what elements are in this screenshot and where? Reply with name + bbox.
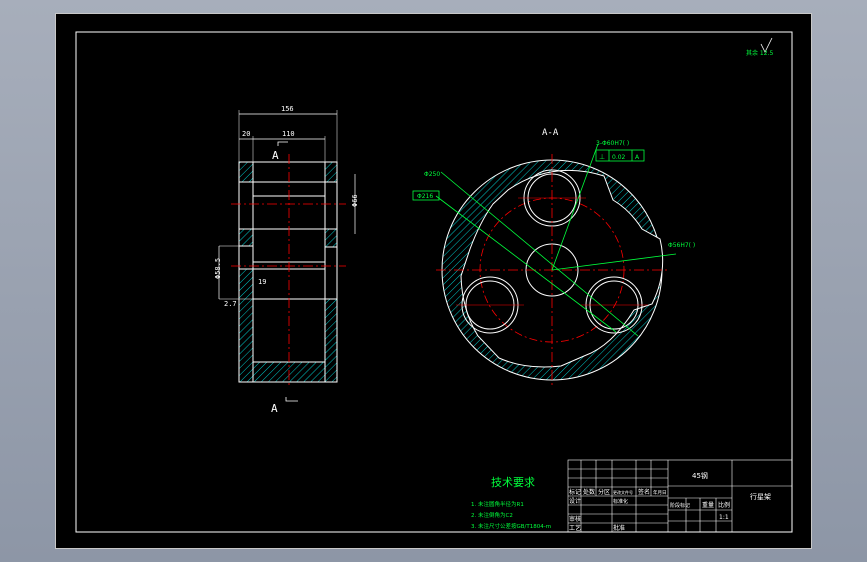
tol-symbol: ⊥ <box>599 153 605 161</box>
tb-label: 审核 <box>569 515 581 523</box>
view-label: A-A <box>542 128 559 138</box>
tech-req-item: 3. 未注尺寸公差按GB/T1804-m <box>471 522 551 530</box>
tb-label: 标记 <box>569 488 581 496</box>
tb-label: 更改文件号 <box>613 489 633 495</box>
tb-label: 处数 <box>583 488 595 496</box>
drawing-svg: 156 110 20 Φ66 Φ58.5 19 2.7 A A A-A 3-Φ6… <box>75 31 793 533</box>
tb-label: 阶段标记 <box>670 502 690 509</box>
cad-viewport: 156 110 20 Φ66 Φ58.5 19 2.7 A A A-A 3-Φ6… <box>0 0 867 562</box>
dim-step: 2.7 <box>224 300 237 308</box>
tb-label: 工艺 <box>569 524 581 532</box>
roughness-note: 其余 12.5 <box>746 49 773 57</box>
dim-gap: 19 <box>258 278 266 286</box>
tb-label: 分区 <box>598 488 610 496</box>
dim-width-overall: 156 <box>281 105 294 113</box>
tb-label: 设计 <box>569 497 581 505</box>
tb-label: 比例 <box>718 501 730 509</box>
drawing-sheet[interactable]: 156 110 20 Φ66 Φ58.5 19 2.7 A A A-A 3-Φ6… <box>55 13 812 549</box>
tb-part-name: 行星架 <box>750 492 771 501</box>
inner-frame <box>75 31 793 533</box>
tb-label: 重量 <box>702 501 714 509</box>
section-view <box>218 110 356 402</box>
dim-bore-dia: Φ66 <box>351 194 359 207</box>
tb-label: 批准 <box>613 524 625 532</box>
dim-width-inner: 110 <box>282 130 295 138</box>
section-label-bottom: A <box>271 402 278 415</box>
tech-req-title: 技术要求 <box>491 476 535 489</box>
callout-bore-center: Φ56H7( ) <box>668 242 695 249</box>
dim-left-offset: 20 <box>242 130 250 138</box>
callout-dia-outer: Φ250 <box>424 171 440 178</box>
section-label-top: A <box>272 149 279 162</box>
tb-label: 年月日 <box>653 489 667 496</box>
tb-scale: 1:1 <box>719 514 729 521</box>
tech-req-item: 2. 未注倒角为C2 <box>471 511 513 519</box>
tb-label: 标准化 <box>613 498 628 505</box>
callout-hole-3: 3-Φ60H7( ) <box>596 140 629 147</box>
tb-material: 45钢 <box>692 471 708 480</box>
end-view <box>412 37 773 386</box>
tech-req-item: 1. 未注圆角半径为R1 <box>471 500 524 508</box>
tol-datum: A <box>635 154 640 161</box>
dim-hub-dia: Φ58.5 <box>214 258 222 279</box>
callout-dia-pcd: Φ216 <box>417 193 433 200</box>
tol-value: 0.02 <box>612 154 626 161</box>
tb-label: 签名 <box>638 488 650 496</box>
